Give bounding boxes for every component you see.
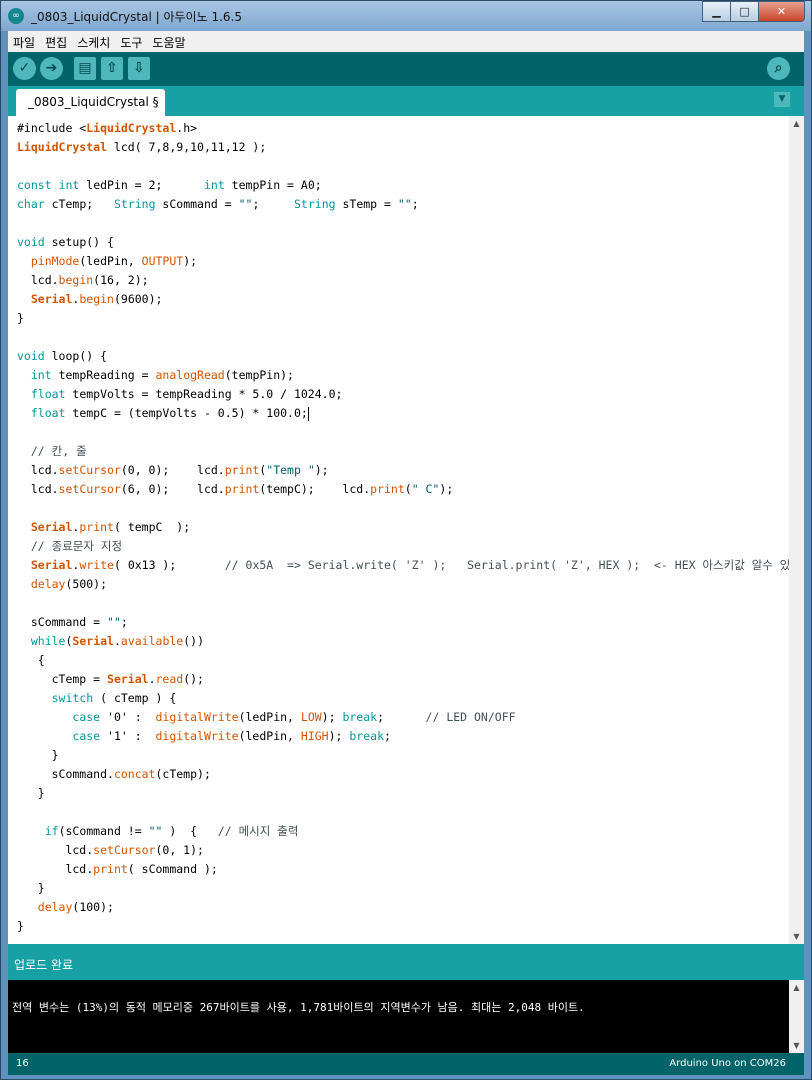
serial-monitor-button[interactable]: ⌕ <box>767 57 790 80</box>
save-sketch-button[interactable]: ⇩ <box>128 57 150 80</box>
scroll-up-icon[interactable]: ▲ <box>789 980 804 995</box>
new-sketch-button[interactable]: ▤ <box>74 57 96 80</box>
maximize-button[interactable]: □ <box>730 1 759 22</box>
verify-button[interactable]: ✓ <box>13 57 36 80</box>
menu-sketch[interactable]: 스케치 <box>72 31 115 51</box>
tab-menu-button[interactable]: ▼ <box>774 92 790 107</box>
open-sketch-button[interactable]: ⇧ <box>101 57 123 80</box>
minimize-button[interactable]: ▁ <box>702 1 731 22</box>
toolbar: ✓ ➔ ▤ ⇧ ⇩ ⌕ <box>8 52 804 86</box>
window-title: _0803_LiquidCrystal | 아두이노 1.6.5 <box>31 10 242 24</box>
menu-edit[interactable]: 편집 <box>40 31 72 51</box>
arduino-icon: ∞ <box>8 8 24 24</box>
scroll-up-icon[interactable]: ▲ <box>789 116 804 131</box>
title-bar: ∞ _0803_LiquidCrystal | 아두이노 1.6.5 ▁ □ ✕ <box>1 1 811 31</box>
close-button[interactable]: ✕ <box>758 1 805 22</box>
scroll-down-icon[interactable]: ▼ <box>789 929 804 944</box>
code-editor[interactable]: #include <LiquidCrystal.h> LiquidCrystal… <box>8 116 789 944</box>
console-text: 전역 변수는 (13%)의 동적 메모리중 267바이트를 사용, 1,781바… <box>12 1001 585 1014</box>
console-scrollbar[interactable]: ▲ ▼ <box>789 980 804 1053</box>
board-info: Arduino Uno on COM26 <box>669 1058 786 1069</box>
tab-sketch[interactable]: _0803_LiquidCrystal § <box>16 89 165 116</box>
footer-bar: 16 Arduino Uno on COM26 <box>8 1053 804 1075</box>
tab-bar: _0803_LiquidCrystal § ▼ <box>8 86 804 116</box>
console-output: 전역 변수는 (13%)의 동적 메모리중 267바이트를 사용, 1,781바… <box>8 980 789 1053</box>
menu-file[interactable]: 파일 <box>8 31 40 51</box>
line-number: 16 <box>16 1058 29 1069</box>
status-message: 업로드 완료 <box>14 958 74 972</box>
menu-tools[interactable]: 도구 <box>115 31 147 51</box>
ide-window: ∞ _0803_LiquidCrystal | 아두이노 1.6.5 ▁ □ ✕… <box>0 0 812 1080</box>
code-text[interactable]: #include <LiquidCrystal.h> LiquidCrystal… <box>17 119 789 936</box>
upload-button[interactable]: ➔ <box>40 57 63 80</box>
scroll-down-icon[interactable]: ▼ <box>789 1038 804 1053</box>
menu-bar: 파일 편집 스케치 도구 도움말 <box>8 31 804 52</box>
editor-scrollbar[interactable]: ▲ ▼ <box>789 116 804 944</box>
status-bar: 업로드 완료 <box>8 944 804 980</box>
menu-help[interactable]: 도움말 <box>147 31 190 51</box>
